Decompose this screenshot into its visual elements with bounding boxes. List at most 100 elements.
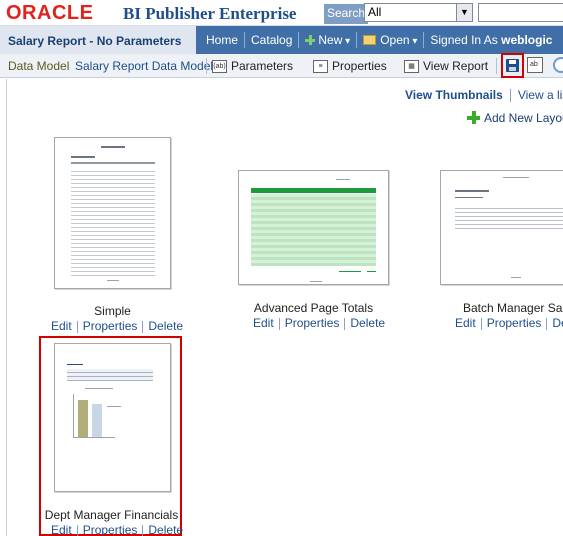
- delete-layout-link[interactable]: Delete: [552, 316, 563, 330]
- toolbar-divider: [496, 58, 497, 74]
- properties-button[interactable]: ≡ Properties: [313, 57, 387, 75]
- data-model-link[interactable]: Salary Report Data Model: [75, 59, 213, 73]
- thumbnail-graphic: [101, 146, 125, 148]
- global-nav: Home Catalog New Open Signed In As weblo…: [200, 26, 558, 54]
- thumbnail-graphic: [71, 156, 95, 158]
- report-header: Salary Report - No Parameters Home Catal…: [0, 26, 563, 54]
- action-divider: [278, 317, 280, 330]
- thumbnail-graphic: [455, 190, 489, 192]
- search-label: Search: [324, 4, 369, 24]
- parameters-icon: (ab): [212, 59, 227, 73]
- layout-properties-link[interactable]: Properties: [83, 523, 138, 536]
- layout-thumbnail-dept-manager-financials[interactable]: [54, 343, 171, 492]
- action-divider: [76, 524, 78, 536]
- action-divider: [142, 524, 144, 536]
- thumbnail-graphic: [73, 394, 74, 437]
- view-mode-switch: View Thumbnails View a list: [405, 88, 563, 103]
- report-title: Salary Report - No Parameters: [0, 26, 196, 54]
- signed-in-info[interactable]: Signed In As weblogic: [424, 32, 558, 48]
- delete-layout-link[interactable]: Delete: [350, 316, 385, 330]
- thumbnail-graphic: [455, 205, 563, 229]
- save-icon: [506, 59, 519, 72]
- thumbnail-graphic: [107, 406, 121, 407]
- layout-name-advanced-page-totals: Advanced Page Totals: [253, 301, 374, 315]
- thumbnail-graphic: [92, 404, 102, 437]
- global-header: ORACLE BI Publisher Enterprise Search Al…: [0, 0, 563, 26]
- layout-name-simple: Simple: [94, 304, 131, 318]
- save-as-button[interactable]: [527, 57, 543, 73]
- nav-catalog[interactable]: Catalog: [245, 32, 300, 48]
- parameters-button[interactable]: (ab) Parameters: [212, 57, 293, 75]
- layout-actions-batch-manager-salary: Edit Properties Delete: [455, 316, 563, 330]
- nav-new-label: New: [318, 33, 350, 47]
- thumbnail-graphic: [336, 179, 350, 180]
- layout-actions-advanced-page-totals: Edit Properties Delete: [253, 316, 385, 330]
- action-divider: [76, 320, 78, 333]
- layout-name-batch-manager-salary: Batch Manager Salary: [463, 301, 563, 315]
- thumbnail-graphic: [85, 388, 113, 389]
- thumbnail-graphic: [107, 280, 119, 281]
- nav-home[interactable]: Home: [200, 32, 246, 48]
- thumbnail-graphic: [310, 281, 322, 282]
- thumbnail-graphic: [511, 277, 521, 278]
- edit-layout-link[interactable]: Edit: [253, 316, 274, 330]
- chevron-down-icon[interactable]: ▼: [456, 4, 472, 21]
- edit-layout-link[interactable]: Edit: [455, 316, 476, 330]
- edit-layout-link[interactable]: Edit: [51, 523, 72, 536]
- search-scope-select[interactable]: All ▼: [364, 3, 473, 22]
- data-model-label: Data Model: [8, 59, 70, 73]
- action-divider: [480, 317, 482, 330]
- action-divider: [142, 320, 144, 333]
- product-name: BI Publisher Enterprise: [123, 4, 297, 23]
- view-report-icon: ▦: [404, 59, 419, 73]
- layout-properties-link[interactable]: Properties: [487, 316, 542, 330]
- parameters-label: Parameters: [231, 59, 294, 73]
- view-report-button[interactable]: ▦ View Report: [404, 57, 488, 75]
- delete-layout-link[interactable]: Delete: [148, 523, 183, 536]
- view-list-link[interactable]: View a list: [518, 88, 563, 102]
- add-new-layout-label: Add New Layout: [484, 111, 563, 125]
- layout-actions-dept-manager-financials: Edit Properties Delete: [51, 523, 183, 536]
- layout-thumbnail-batch-manager-salary[interactable]: [440, 170, 563, 285]
- thumbnail-graphic: [251, 263, 376, 266]
- signed-in-user: weblogic: [501, 33, 553, 47]
- nav-open-menu[interactable]: Open: [357, 32, 425, 48]
- layout-actions-simple: Edit Properties Delete: [51, 319, 183, 333]
- action-divider: [344, 317, 346, 330]
- layout-thumbnail-simple[interactable]: [54, 137, 171, 289]
- delete-layout-link[interactable]: Delete: [148, 319, 183, 333]
- action-divider: [546, 317, 548, 330]
- thumbnail-graphic: [73, 437, 115, 438]
- add-new-layout-button[interactable]: Add New Layout: [467, 109, 563, 125]
- search-scope-value: All: [368, 5, 382, 19]
- plus-icon: [305, 35, 316, 45]
- thumbnail-graphic: [503, 177, 529, 178]
- thumbnail-graphic: [71, 168, 155, 276]
- toolbar-divider: [206, 58, 207, 74]
- save-button[interactable]: [501, 53, 524, 78]
- search-input[interactable]: [478, 3, 563, 22]
- layout-name-dept-manager-financials: Dept Manager Financials: [44, 508, 179, 522]
- thumbnail-graphic: [251, 188, 376, 193]
- add-icon: [467, 111, 480, 124]
- thumbnail-graphic: [455, 197, 483, 198]
- folder-icon: [363, 35, 377, 45]
- layout-properties-link[interactable]: Properties: [83, 319, 138, 333]
- thumbnail-graphic: [67, 364, 83, 365]
- view-thumbnails-link[interactable]: View Thumbnails: [405, 88, 503, 102]
- layout-properties-link[interactable]: Properties: [285, 316, 340, 330]
- thumbnail-graphic: [67, 369, 153, 381]
- nav-open-label: Open: [380, 33, 417, 47]
- thumbnail-graphic: [78, 400, 88, 437]
- oracle-logo: ORACLE: [6, 2, 94, 24]
- thumbnail-graphic: [71, 162, 155, 164]
- properties-label: Properties: [332, 59, 387, 73]
- report-toolbar: Data Model Salary Report Data Model (ab)…: [0, 54, 563, 78]
- properties-icon: ≡: [313, 59, 328, 73]
- edit-layout-link[interactable]: Edit: [51, 319, 72, 333]
- help-icon[interactable]: [553, 57, 563, 73]
- thumbnail-graphic: [367, 271, 376, 272]
- layout-thumbnail-advanced-page-totals[interactable]: [238, 170, 389, 285]
- nav-new-menu[interactable]: New: [299, 32, 358, 48]
- view-report-label: View Report: [423, 59, 489, 73]
